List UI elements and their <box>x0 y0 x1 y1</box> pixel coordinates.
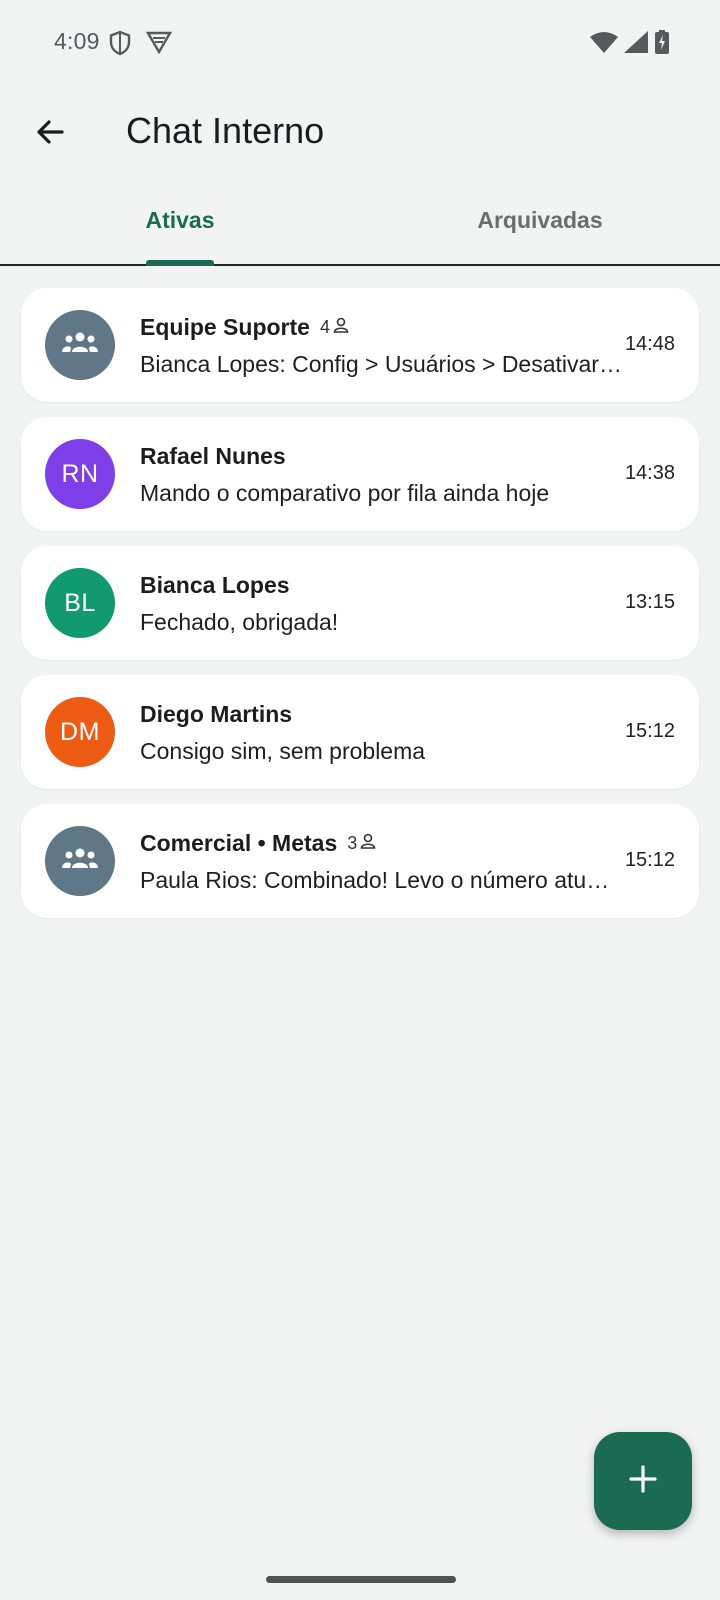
person-icon <box>359 832 377 855</box>
member-count: 3 <box>347 832 377 855</box>
chat-name: Comercial • Metas <box>140 830 338 856</box>
shield-icon <box>108 30 132 61</box>
tab-arquivadas-label: Arquivadas <box>477 206 603 233</box>
chat-preview: Consigo sim, sem problema <box>140 738 426 764</box>
chat-name: Diego Martins <box>140 701 293 727</box>
tab-bar: Ativas Arquivadas <box>0 186 720 266</box>
chat-item-rafael-nunes[interactable]: RN Rafael Nunes Mando o comparativo por … <box>21 417 699 531</box>
app-bar: Chat Interno <box>0 92 720 176</box>
avatar: BL <box>45 568 115 638</box>
status-bar: 4:09 <box>0 0 720 86</box>
avatar-initials: DM <box>60 717 100 746</box>
page-title: Chat Interno <box>126 110 325 151</box>
plus-icon <box>628 1464 658 1499</box>
chat-preview: Bianca Lopes: Config > Usuários > Desati… <box>140 351 622 377</box>
back-button[interactable] <box>26 110 74 158</box>
new-chat-button[interactable] <box>594 1432 692 1530</box>
chat-item-diego-martins[interactable]: DM Diego Martins Consigo sim, sem proble… <box>21 675 699 789</box>
cell-signal-icon <box>624 31 648 58</box>
avatar <box>45 310 115 380</box>
chat-list: Equipe Suporte 4 Bianca Lopes: Config > … <box>21 288 699 933</box>
battery-charging-icon <box>654 30 670 59</box>
chat-name: Rafael Nunes <box>140 443 286 469</box>
tab-indicator <box>146 260 214 266</box>
chat-time: 15:12 <box>624 849 675 871</box>
wifi-icon <box>590 31 618 58</box>
chat-preview: Fechado, obrigada! <box>140 609 339 635</box>
group-icon <box>61 847 99 876</box>
chat-time: 13:15 <box>624 591 675 613</box>
arrow-back-icon <box>34 116 66 153</box>
chat-time: 14:48 <box>624 333 675 355</box>
chat-preview: Paula Rios: Combinado! Levo o número atu… <box>140 867 622 893</box>
member-count-value: 3 <box>347 833 358 853</box>
chat-time: 15:12 <box>624 720 675 742</box>
member-count-value: 4 <box>319 317 330 337</box>
chat-item-comercial-metas[interactable]: Comercial • Metas 3 Paula Rios: Combinad… <box>21 804 699 918</box>
tab-ativas[interactable]: Ativas <box>0 186 360 264</box>
status-time: 4:09 <box>54 28 100 54</box>
person-icon <box>332 316 350 339</box>
chat-name: Bianca Lopes <box>140 572 290 598</box>
chat-time: 14:38 <box>624 462 675 484</box>
home-indicator[interactable] <box>266 1576 456 1583</box>
avatar <box>45 826 115 896</box>
avatar-initials: RN <box>61 459 99 488</box>
avatar: RN <box>45 439 115 509</box>
avatar: DM <box>45 697 115 767</box>
group-icon <box>61 331 99 360</box>
chat-preview: Mando o comparativo por fila ainda hoje <box>140 480 550 506</box>
avatar-initials: BL <box>64 588 96 617</box>
vpn-icon <box>145 30 173 59</box>
chat-item-equipe-suporte[interactable]: Equipe Suporte 4 Bianca Lopes: Config > … <box>21 288 699 402</box>
member-count: 4 <box>320 316 350 339</box>
chat-name: Equipe Suporte <box>140 314 310 340</box>
tab-arquivadas[interactable]: Arquivadas <box>360 186 720 264</box>
chat-item-bianca-lopes[interactable]: BL Bianca Lopes Fechado, obrigada! 13:15 <box>21 546 699 660</box>
tab-ativas-label: Ativas <box>145 206 215 233</box>
